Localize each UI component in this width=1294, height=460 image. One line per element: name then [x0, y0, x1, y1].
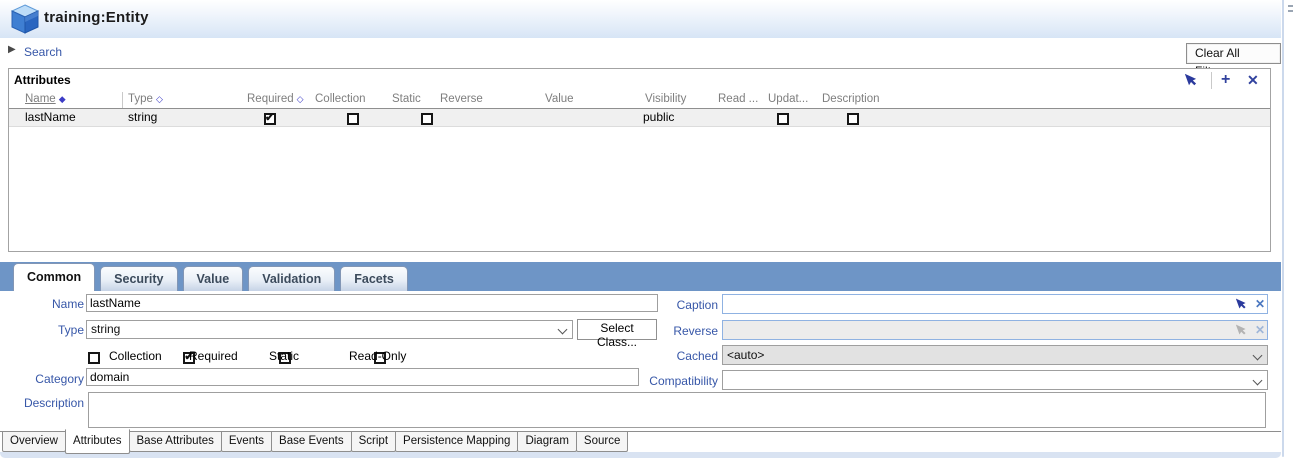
- page-title: training:Entity: [44, 9, 149, 26]
- reverse-select-icon: [1236, 323, 1249, 337]
- tab-common[interactable]: Common: [13, 263, 95, 291]
- column-header-required[interactable]: Required◇: [247, 93, 304, 108]
- title-bar: training:Entity: [0, 0, 1281, 38]
- sort-asc-icon: ◆: [59, 94, 66, 104]
- sortable-icon: ◇: [156, 94, 163, 104]
- column-header-updatable[interactable]: Updat...: [768, 93, 808, 108]
- tab-attributes[interactable]: Attributes: [65, 429, 130, 454]
- tab-overview[interactable]: Overview: [2, 432, 66, 452]
- attribute-row[interactable]: lastName string public: [9, 109, 1270, 127]
- caption-picker-field[interactable]: ✕: [722, 294, 1268, 314]
- caption-label: Caption: [608, 298, 718, 312]
- collection-checkbox[interactable]: [88, 352, 100, 364]
- name-input[interactable]: [86, 294, 658, 312]
- delete-attribute-icon[interactable]: ✕: [1247, 70, 1259, 90]
- entity-cube-icon: [10, 3, 40, 35]
- row-visibility-cell: public: [643, 110, 674, 124]
- common-tab-panel: Name Type string Select Class... Collect…: [0, 291, 1281, 431]
- search-toggle[interactable]: Search: [24, 45, 62, 59]
- row-updatable-checkbox[interactable]: [847, 113, 859, 125]
- read-only-checkbox-label: Read-Only: [349, 349, 406, 363]
- required-checkbox-label: Required: [189, 349, 238, 363]
- row-static-checkbox[interactable]: [421, 113, 433, 125]
- compatibility-label: Compatibility: [608, 374, 718, 388]
- detail-tab-bar: CommonSecurityValueValidationFacets: [0, 262, 1281, 291]
- name-label: Name: [4, 297, 84, 311]
- description-textarea[interactable]: [88, 392, 1266, 428]
- column-header-description[interactable]: Description: [822, 93, 880, 108]
- tab-source[interactable]: Source: [576, 432, 628, 452]
- chevron-down-icon: [1253, 376, 1263, 386]
- cached-select[interactable]: <auto>: [722, 345, 1268, 365]
- tab-facets[interactable]: Facets: [340, 266, 408, 291]
- row-name-cell: lastName: [25, 110, 76, 124]
- column-header-name[interactable]: Name◆: [25, 93, 66, 108]
- row-collection-checkbox[interactable]: [347, 113, 359, 125]
- row-type-cell: string: [128, 110, 157, 124]
- tab-script[interactable]: Script: [351, 432, 396, 452]
- tab-base-events[interactable]: Base Events: [271, 432, 352, 452]
- tab-security[interactable]: Security: [100, 266, 177, 291]
- select-mode-icon[interactable]: [1185, 72, 1200, 88]
- row-required-checkbox[interactable]: [264, 113, 276, 125]
- collection-checkbox-label: Collection: [109, 349, 162, 363]
- search-expander-icon[interactable]: ▶: [8, 44, 16, 55]
- tab-base-attributes[interactable]: Base Attributes: [129, 432, 222, 452]
- column-header-visibility[interactable]: Visibility: [645, 93, 686, 108]
- bottom-tab-bar: OverviewAttributesBase AttributesEventsB…: [2, 429, 627, 454]
- chevron-down-icon: [558, 325, 568, 335]
- column-header-type[interactable]: Type◇: [128, 93, 163, 108]
- static-checkbox-label: Static: [269, 349, 299, 363]
- bottom-strip: [0, 452, 1281, 458]
- search-row: ▶ Search Clear All Filters: [0, 38, 1281, 66]
- tab-persistence-mapping[interactable]: Persistence Mapping: [395, 432, 518, 452]
- clear-all-filters-button[interactable]: Clear All Filters: [1186, 43, 1281, 64]
- cached-select-value: <auto>: [727, 348, 764, 362]
- window-edge: [1282, 0, 1284, 457]
- caption-clear-icon[interactable]: ✕: [1255, 296, 1265, 312]
- tab-value[interactable]: Value: [183, 266, 244, 291]
- tab-validation[interactable]: Validation: [248, 266, 335, 291]
- compatibility-select[interactable]: [722, 370, 1268, 390]
- column-header-collection[interactable]: Collection: [315, 93, 366, 108]
- add-attribute-icon[interactable]: +: [1221, 70, 1230, 90]
- gutter-glyph: [1288, 5, 1293, 15]
- column-header-reverse[interactable]: Reverse: [440, 93, 483, 108]
- cached-label: Cached: [608, 349, 718, 363]
- reverse-clear-icon: ✕: [1255, 322, 1265, 338]
- column-header-read-only[interactable]: Read ...: [718, 93, 758, 108]
- type-select[interactable]: string: [86, 320, 573, 339]
- reverse-picker-field: ✕: [722, 320, 1268, 340]
- sortable-icon: ◇: [297, 94, 304, 104]
- type-label: Type: [4, 323, 84, 337]
- type-select-value: string: [91, 322, 120, 336]
- description-label: Description: [4, 396, 84, 410]
- row-read-only-checkbox[interactable]: [777, 113, 789, 125]
- column-header-static[interactable]: Static: [392, 93, 421, 108]
- attributes-panel: Attributes + ✕ Name◆ Type◇ Required◇ Col…: [8, 68, 1271, 252]
- column-separator: [122, 92, 123, 109]
- category-input[interactable]: [86, 368, 639, 386]
- entity-editor-window: training:Entity ▶ Search Clear All Filte…: [0, 0, 1294, 460]
- tab-events[interactable]: Events: [221, 432, 272, 452]
- tab-diagram[interactable]: Diagram: [517, 432, 576, 452]
- toolbar-separator: [1211, 72, 1212, 89]
- column-header-value[interactable]: Value: [545, 93, 574, 108]
- attributes-panel-title: Attributes: [14, 73, 71, 87]
- reverse-label: Reverse: [608, 324, 718, 338]
- caption-select-icon[interactable]: [1236, 297, 1249, 311]
- category-label: Category: [4, 372, 84, 386]
- chevron-down-icon: [1253, 351, 1263, 361]
